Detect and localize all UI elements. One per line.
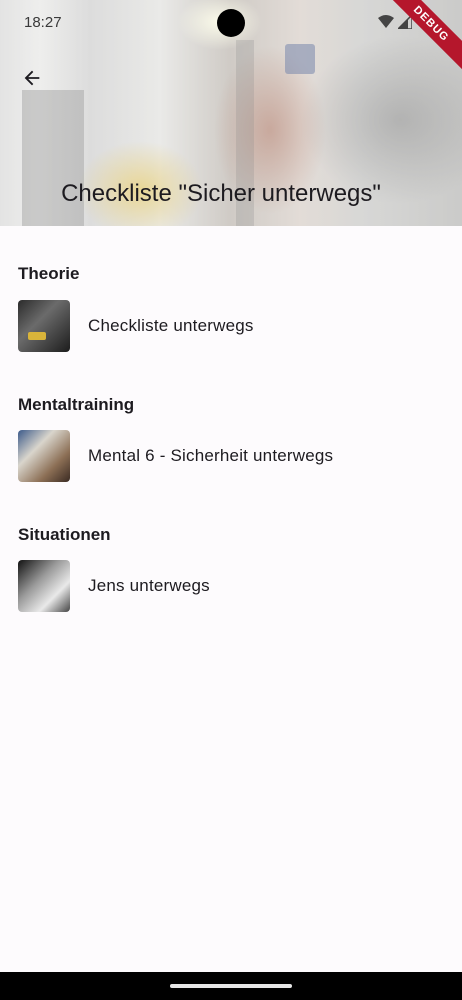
status-icons (378, 15, 412, 29)
list-item[interactable]: Mental 6 - Sicherheit unterwegs (0, 428, 462, 484)
section-title-theorie: Theorie (18, 264, 80, 283)
home-indicator[interactable] (170, 984, 292, 988)
header-banner: 18:27 DEBUG Checkliste "Sicher unterwegs… (0, 0, 462, 226)
arrow-left-icon (24, 70, 40, 86)
thumbnail-image (18, 300, 70, 352)
section-title-mentaltraining: Mentaltraining (18, 395, 135, 414)
wifi-icon (378, 15, 394, 28)
list-item-label: Checkliste unterwegs (88, 316, 254, 335)
status-time: 18:27 (24, 14, 62, 31)
list-item[interactable]: Checkliste unterwegs (0, 298, 462, 354)
page-title: Checkliste "Sicher unterwegs" (61, 180, 381, 207)
camera-cutout (217, 9, 245, 37)
thumbnail-image (18, 560, 70, 612)
section-title-situationen: Situationen (18, 525, 111, 544)
list-item[interactable]: Jens unterwegs (0, 558, 462, 614)
list-item-label: Mental 6 - Sicherheit unterwegs (88, 446, 334, 465)
back-button[interactable] (16, 62, 48, 94)
list-item-label: Jens unterwegs (88, 576, 210, 595)
thumbnail-image (18, 430, 70, 482)
